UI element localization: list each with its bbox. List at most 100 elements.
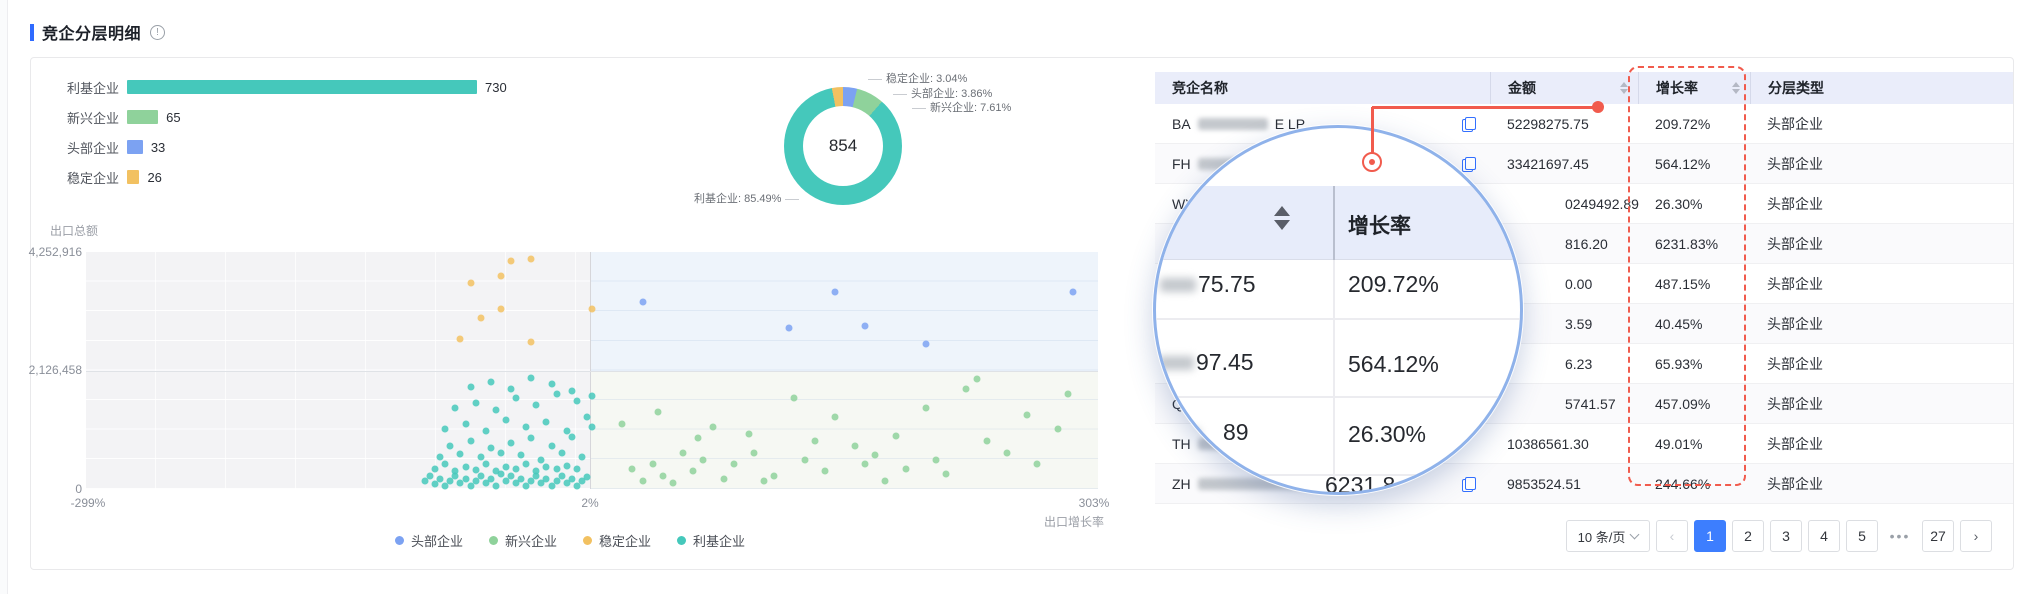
- scatter-point-新兴企业: [669, 479, 677, 487]
- cell-amount: 10386561.30: [1507, 435, 1589, 452]
- x-tick-mid: 2%: [581, 496, 599, 510]
- scatter-point-新兴企业: [983, 437, 991, 445]
- bar-value: 33: [150, 139, 166, 155]
- cell-tier-type: 头部企业: [1767, 475, 1823, 492]
- pagination-page-4[interactable]: 4: [1808, 520, 1840, 552]
- scatter-point-新兴企业: [679, 449, 687, 457]
- scatter-point-利基企业: [558, 449, 566, 457]
- y-tick-mid: 2,126,458: [28, 363, 82, 377]
- sort-icon[interactable]: [1732, 82, 1740, 94]
- column-header-type: 分层类型: [1750, 72, 2013, 104]
- scatter-point-利基企业: [497, 449, 505, 457]
- column-header-label: 增长率: [1656, 80, 1698, 96]
- magnified-growth-2: 564.12%: [1348, 351, 1439, 377]
- pagination-next-button[interactable]: ›: [1960, 520, 1992, 552]
- scatter-point-新兴企业: [811, 437, 819, 445]
- scatter-point-新兴企业: [790, 394, 798, 402]
- bar-category-label: 稳定企业: [66, 170, 119, 186]
- x-tick-min: -299%: [70, 496, 106, 510]
- column-header-label: 金额: [1508, 80, 1536, 96]
- scatter-point-利基企业: [467, 437, 475, 445]
- scatter-point-利基企业: [436, 453, 444, 461]
- scatter-point-稳定企业: [527, 338, 535, 346]
- legend-label: 新兴企业: [505, 534, 558, 549]
- scatter-point-新兴企业: [720, 475, 728, 483]
- info-icon[interactable]: !: [150, 24, 166, 40]
- page-title: 竞企分层明细: [42, 26, 142, 43]
- scatter-point-利基企业: [467, 383, 475, 391]
- scatter-point-利基企业: [568, 433, 576, 441]
- legend-dot: [677, 536, 687, 545]
- scatter-point-利基企业: [436, 475, 444, 483]
- pagination-prev-button[interactable]: ‹: [1656, 520, 1688, 552]
- scatter-point-新兴企业: [892, 432, 900, 440]
- copy-icon[interactable]: [1462, 476, 1476, 492]
- pagination-page-27[interactable]: 27: [1922, 520, 1954, 552]
- magnified-header-divider: [1333, 186, 1335, 260]
- pagination-page-5[interactable]: 5: [1846, 520, 1878, 552]
- pagination-ellipsis[interactable]: •••: [1884, 520, 1916, 552]
- magnified-growth-header: 增长率: [1348, 215, 1411, 238]
- scatter-point-利基企业: [441, 460, 449, 468]
- scatter-point-新兴企业: [1003, 449, 1011, 457]
- copy-icon[interactable]: [1462, 116, 1476, 132]
- column-header-amount[interactable]: 金额: [1490, 72, 1638, 104]
- scatter-point-利基企业: [542, 475, 550, 483]
- legend-item-头部企业[interactable]: 头部企业: [395, 531, 463, 550]
- legend-label: 利基企业: [693, 534, 746, 549]
- sort-icon[interactable]: [1620, 82, 1628, 94]
- scatter-point-利基企业: [517, 475, 525, 483]
- scatter-point-利基企业: [537, 456, 545, 464]
- pagination-page-1[interactable]: 1: [1694, 520, 1726, 552]
- magnified-amount-3: 89: [1223, 419, 1249, 445]
- cell-amount: 33421697.45: [1507, 155, 1589, 172]
- copy-icon[interactable]: [1462, 156, 1476, 172]
- scatter-point-新兴企业: [821, 467, 829, 475]
- y-tick-top: 4,252,916: [28, 245, 82, 259]
- bar: [127, 110, 159, 124]
- scatter-point-新兴企业: [973, 375, 981, 383]
- scatter-point-新兴企业: [922, 404, 930, 412]
- scatter-point-利基企业: [553, 465, 561, 473]
- scatter-point-利基企业: [426, 472, 434, 480]
- legend-item-利基企业[interactable]: 利基企业: [677, 531, 745, 550]
- pagination-page-3[interactable]: 3: [1770, 520, 1802, 552]
- scatter-point-利基企业: [542, 418, 550, 426]
- magnified-name-blur: [1160, 278, 1196, 292]
- cell-amount: 5741.57: [1565, 395, 1616, 412]
- column-header-label: 分层类型: [1768, 80, 1824, 96]
- scatter-point-利基企业: [512, 465, 520, 473]
- scatter-point-新兴企业: [1033, 460, 1041, 468]
- legend-item-稳定企业[interactable]: 稳定企业: [583, 531, 651, 550]
- scatter-point-新兴企业: [801, 456, 809, 464]
- cell-growth-rate: 6231.83%: [1655, 235, 1719, 252]
- pagination: 10 条/页 ‹ 1 2 3 4 5 ••• 27 ›: [1566, 520, 1992, 552]
- column-header-growth[interactable]: 增长率: [1638, 72, 1750, 104]
- magnifier-overlay: 增长率 75.75 209.72% 97.45 564.12% 89 26.30…: [1153, 125, 1523, 495]
- legend-item-新兴企业[interactable]: 新兴企业: [489, 531, 557, 550]
- legend-dot: [583, 536, 593, 545]
- page-size-select[interactable]: 10 条/页: [1566, 520, 1650, 552]
- cell-growth-rate: 40.45%: [1655, 315, 1703, 332]
- quadrant-divider-horizontal: [86, 371, 1098, 372]
- scatter-point-利基企业: [441, 425, 449, 433]
- magnified-header-band: [1156, 186, 1520, 260]
- bar-value: 26: [147, 169, 162, 185]
- scatter-point-头部企业: [922, 340, 930, 348]
- scatter-point-新兴企业: [699, 456, 707, 464]
- scatter-point-头部企业: [861, 322, 869, 330]
- magnified-partial-value: 6231.8: [1325, 472, 1396, 495]
- scatter-plot: [86, 252, 1098, 490]
- section-header: 竞企分层明细 !: [30, 20, 166, 44]
- cell-amount: 52298275.75: [1507, 115, 1589, 132]
- magnified-amount-2: 97.45: [1196, 349, 1254, 375]
- scatter-point-新兴企业: [881, 477, 889, 485]
- legend-label: 稳定企业: [599, 534, 652, 549]
- pagination-page-2[interactable]: 2: [1732, 520, 1764, 552]
- cell-tier-type: 头部企业: [1767, 115, 1823, 132]
- cell-growth-rate: 457.09%: [1655, 395, 1711, 412]
- scatter-point-利基企业: [451, 467, 459, 475]
- scatter-point-利基企业: [472, 466, 480, 474]
- scatter-point-利基企业: [431, 465, 439, 473]
- scatter-point-头部企业: [1069, 288, 1077, 296]
